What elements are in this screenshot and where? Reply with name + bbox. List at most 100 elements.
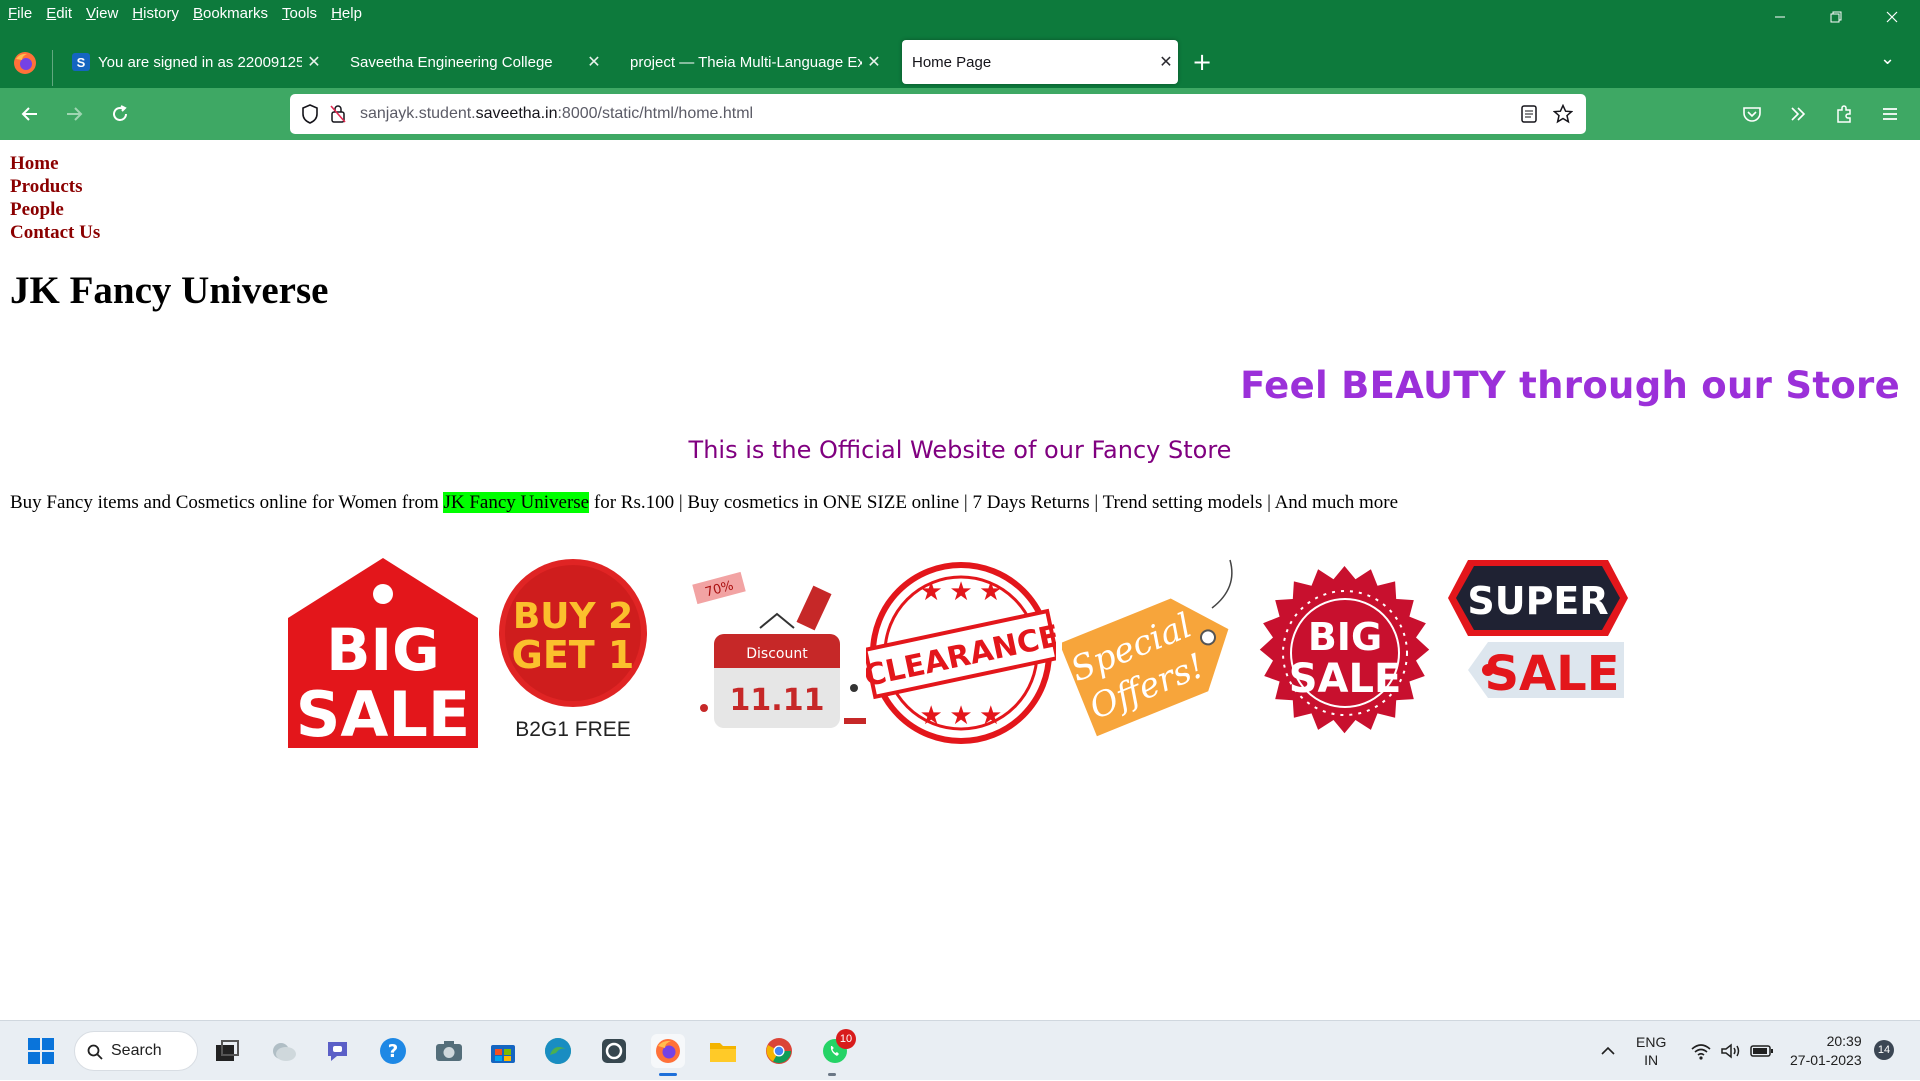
list-all-tabs-chevron-icon[interactable]: ⌄ [1880, 48, 1895, 69]
site-navigation: Home Products People Contact Us [10, 152, 100, 244]
url-host: saveetha.in [475, 105, 558, 122]
close-window-button[interactable] [1864, 0, 1920, 34]
active-app-indicator [659, 1073, 677, 1076]
nav-link-products[interactable]: Products [10, 175, 100, 198]
firefox-logo-icon[interactable] [12, 50, 38, 76]
menu-edit[interactable]: Edit [46, 5, 72, 22]
file-explorer-icon[interactable] [706, 1034, 740, 1068]
system-tray-overflow[interactable] [1600, 1021, 1616, 1081]
url-suffix: :8000/static/html/home.html [557, 105, 754, 122]
badge-text: 11.11 [730, 683, 825, 718]
restore-button[interactable] [1808, 0, 1864, 34]
network-volume-battery[interactable] [1690, 1021, 1774, 1081]
close-tab-icon[interactable]: ✕ [862, 52, 886, 72]
tab-theia[interactable]: project — Theia Multi-Language Ex ✕ [620, 40, 886, 84]
bookmark-star-icon[interactable] [1548, 100, 1578, 128]
badge-text: BIG [1308, 615, 1382, 659]
minimize-button[interactable] [1752, 0, 1808, 34]
input-language[interactable]: ENG IN [1636, 1021, 1666, 1081]
tab-title: Home Page [912, 53, 992, 71]
menu-history[interactable]: History [132, 5, 179, 22]
new-tab-plus-icon[interactable]: + [1192, 48, 1212, 76]
whatsapp-unread-badge: 10 [836, 1029, 856, 1049]
tab-signed-in[interactable]: S You are signed in as 22009125 ✕ [62, 40, 326, 84]
pocket-icon[interactable] [1734, 100, 1770, 128]
url-prefix: sanjayk.student. [360, 105, 476, 122]
task-view-icon[interactable] [210, 1034, 244, 1068]
promo-text-after: for Rs.100 | Buy cosmetics in ONE SIZE o… [589, 492, 1399, 513]
close-tab-icon[interactable]: ✕ [1154, 52, 1178, 72]
navigation-toolbar: sanjayk.student.saveetha.in:8000/static/… [0, 88, 1920, 140]
teams-chat-icon[interactable] [322, 1034, 356, 1068]
microsoft-store-icon[interactable] [486, 1034, 520, 1068]
back-button[interactable] [14, 100, 46, 128]
nav-link-contact-us[interactable]: Contact Us [10, 221, 100, 244]
close-tab-icon[interactable]: ✕ [302, 52, 326, 72]
subtitle: This is the Official Website of our Fanc… [688, 436, 1232, 464]
menu-bar: File Edit View History Bookmarks Tools H… [0, 0, 1920, 26]
tracking-shield-icon[interactable] [296, 100, 324, 128]
edge-browser-icon[interactable] [541, 1034, 575, 1068]
badge-text: Discount [746, 646, 808, 662]
clock[interactable]: 20:39 27-01-2023 [1790, 1021, 1862, 1081]
battery-icon [1750, 1045, 1773, 1057]
minimize-icon [1775, 16, 1785, 18]
url-bar[interactable]: sanjayk.student.saveetha.in:8000/static/… [290, 94, 1586, 134]
tab-home-page[interactable]: Home Page ✕ [902, 40, 1178, 84]
clock-time: 20:39 [1826, 1033, 1862, 1049]
camera-icon[interactable] [432, 1034, 466, 1068]
language-region: IN [1644, 1052, 1659, 1068]
nav-link-people[interactable]: People [10, 198, 100, 221]
widgets-weather-icon[interactable] [266, 1034, 300, 1068]
url-bar-actions [1510, 100, 1578, 128]
chrome-icon[interactable] [762, 1034, 796, 1068]
menu-tools[interactable]: Tools [282, 5, 317, 22]
close-icon [1886, 11, 1898, 23]
menu-help[interactable]: Help [331, 5, 362, 22]
start-button[interactable] [24, 1034, 58, 1068]
close-tab-icon[interactable]: ✕ [582, 52, 606, 72]
language-code: ENG [1636, 1034, 1667, 1050]
vpn-client-icon[interactable] [597, 1034, 631, 1068]
nav-link-home[interactable]: Home [10, 152, 100, 175]
badge-text: BUY 2 [513, 596, 633, 637]
forward-button[interactable] [58, 100, 90, 128]
menu-bookmarks[interactable]: Bookmarks [193, 5, 268, 22]
badge-text: B2G1 FREE [515, 718, 631, 741]
badge-text: SALE [1484, 646, 1619, 702]
reload-icon [113, 105, 127, 121]
reader-view-icon[interactable] [1514, 100, 1544, 128]
tab-strip: S You are signed in as 22009125 ✕ Saveet… [0, 40, 1920, 86]
clearance-stamp-image: ★ ★ ★ ★ ★ ★ CLEARANCE [866, 562, 1056, 744]
more-tools-chevrons-icon[interactable] [1780, 100, 1816, 128]
reload-button[interactable] [104, 100, 136, 128]
promo-highlight: JK Fancy Universe [443, 492, 590, 513]
promo-text: Buy Fancy items and Cosmetics online for… [10, 492, 1398, 514]
tab-title: You are signed in as 22009125 [98, 53, 302, 71]
back-arrow-icon [21, 107, 37, 121]
tab-title: project — Theia Multi-Language Ex [630, 53, 862, 71]
big-sale-seal-image: BIG SALE [1259, 566, 1430, 734]
super-sale-banner-image: SUPER SALE [1448, 560, 1628, 702]
svg-text:★ ★ ★: ★ ★ ★ [920, 701, 1003, 730]
badge-text: BIG [326, 616, 439, 684]
forward-arrow-icon [67, 107, 83, 121]
insecure-lock-icon[interactable] [324, 100, 352, 128]
discount-calendar-image: 70% Discount 11.11 [692, 571, 866, 728]
extensions-puzzle-icon[interactable] [1826, 100, 1862, 128]
url-text[interactable]: sanjayk.student.saveetha.in:8000/static/… [360, 105, 753, 123]
tab-saveetha[interactable]: Saveetha Engineering College ✕ [340, 40, 606, 84]
menu-file[interactable]: File [8, 5, 32, 22]
chevron-up-icon [1601, 1046, 1615, 1055]
sale-badges: BIG SALE BUY 2 GET 1 B2G1 FREE 70% Disco… [288, 558, 1628, 758]
firefox-taskbar-icon[interactable] [651, 1034, 685, 1068]
svg-text:★ ★ ★: ★ ★ ★ [920, 577, 1003, 606]
browser-chrome: File Edit View History Bookmarks Tools H… [0, 0, 1920, 140]
menu-view[interactable]: View [86, 5, 118, 22]
web-page: Home Products People Contact Us JK Fancy… [0, 140, 1920, 1020]
hamburger-menu-icon[interactable] [1872, 100, 1908, 128]
search-icon [87, 1044, 103, 1060]
help-icon[interactable]: ? [376, 1034, 410, 1068]
taskbar-search[interactable]: Search [74, 1031, 198, 1071]
notification-count-badge[interactable]: 14 [1874, 1040, 1894, 1060]
